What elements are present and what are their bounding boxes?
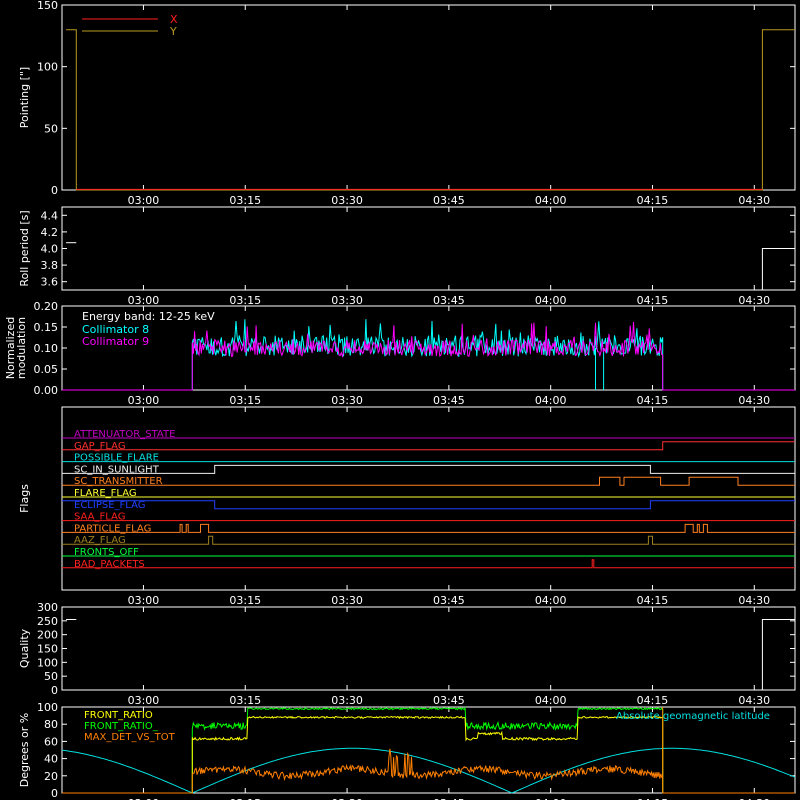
x-tick-label: 03:30 xyxy=(331,594,363,607)
x-tick-label: 03:00 xyxy=(128,694,160,707)
x-tick-label: 03:30 xyxy=(331,394,363,407)
x-tick-label: 03:15 xyxy=(229,394,261,407)
x-tick-label: 03:45 xyxy=(433,594,465,607)
x-tick-label: 03:45 xyxy=(433,394,465,407)
y-tick-label: 3.8 xyxy=(41,259,59,272)
x-tick-label: 04:00 xyxy=(535,394,567,407)
x-tick-label: 03:00 xyxy=(128,194,160,207)
y-tick-label: 0 xyxy=(51,787,58,800)
y-axis-label: modulation xyxy=(15,317,28,379)
y-tick-label: 100 xyxy=(37,656,58,669)
x-tick-label: 04:15 xyxy=(637,594,669,607)
x-tick-label: 03:00 xyxy=(128,394,160,407)
chart-canvas: 03:00 03:15 03:30 03:45 04:00 04:15 04:3005010… xyxy=(0,0,800,800)
y-axis-label: Degrees or % xyxy=(18,713,31,787)
flag-label: ECLIPSE_FLAG xyxy=(74,500,145,511)
y-tick-label: 4.4 xyxy=(41,209,59,222)
x-tick-label: 04:30 xyxy=(738,694,770,707)
x-tick-label: 04:00 xyxy=(535,694,567,707)
y-axis-label: Flags xyxy=(18,484,31,513)
y-tick-label: 80 xyxy=(44,718,58,731)
x-tick-label: 03:15 xyxy=(229,294,261,307)
x-tick-label: 03:15 xyxy=(229,694,261,707)
legend-label: FRONT_RATIO xyxy=(84,710,153,721)
x-tick-label: 04:30 xyxy=(738,594,770,607)
x-tick-label: 03:45 xyxy=(433,294,465,307)
y-tick-label: 200 xyxy=(37,629,58,642)
y-tick-label: 250 xyxy=(37,615,58,628)
y-tick-label: 0.20 xyxy=(34,300,59,313)
figure-background xyxy=(0,0,800,800)
x-tick-label: 04:15 xyxy=(637,694,669,707)
y-tick-label: 60 xyxy=(44,735,58,748)
legend-label: MAX_DET_VS_TOT xyxy=(84,732,176,743)
y-tick-label: 0.15 xyxy=(34,321,59,334)
y-tick-label: 100 xyxy=(37,61,58,74)
y-tick-label: 4.0 xyxy=(41,243,59,256)
x-tick-label: 04:00 xyxy=(535,594,567,607)
y-tick-label: 100 xyxy=(37,701,58,714)
y-tick-label: 150 xyxy=(37,0,58,12)
y-tick-label: 3.6 xyxy=(41,276,59,289)
x-tick-label: 04:30 xyxy=(738,194,770,207)
legend-label: FRONT_RATIO_ xyxy=(84,721,159,732)
x-tick-label: 03:30 xyxy=(331,694,363,707)
y-tick-label: 0.10 xyxy=(34,342,59,355)
x-tick-label: 04:00 xyxy=(535,194,567,207)
y-axis-label: Roll period [s] xyxy=(18,210,31,286)
x-tick-label: 04:30 xyxy=(738,294,770,307)
y-tick-label: 0.00 xyxy=(34,384,59,397)
x-tick-label: 04:15 xyxy=(637,294,669,307)
y-tick-label: 20 xyxy=(44,770,58,783)
y-axis-label: Quality xyxy=(18,628,31,668)
y-axis-label: Pointing ["] xyxy=(18,67,31,128)
y-tick-label: 4.2 xyxy=(41,226,59,239)
x-tick-label: 03:30 xyxy=(331,294,363,307)
y-tick-label: 0 xyxy=(51,184,58,197)
y-tick-label: 150 xyxy=(37,643,58,656)
y-tick-label: 0 xyxy=(51,684,58,697)
x-tick-label: 04:15 xyxy=(637,394,669,407)
y-tick-label: 50 xyxy=(44,670,58,683)
y-tick-label: 0.05 xyxy=(34,363,59,376)
x-tick-label: 04:30 xyxy=(738,394,770,407)
chart-figure: 03:00 03:15 03:30 03:45 04:00 04:15 04:30 0 50 10… xyxy=(0,0,800,800)
x-tick-label: 03:00 xyxy=(128,294,160,307)
x-tick-label: 03:30 xyxy=(331,194,363,207)
energy-band-annotation: Energy band: 12-25 keV xyxy=(82,310,215,323)
legend-label: Y xyxy=(169,25,177,38)
x-tick-label: 04:15 xyxy=(637,194,669,207)
y-tick-label: 300 xyxy=(37,601,58,614)
x-tick-label: 04:00 xyxy=(535,294,567,307)
x-tick-label: 03:15 xyxy=(229,194,261,207)
y-tick-label: 50 xyxy=(44,122,58,135)
y-tick-label: 40 xyxy=(44,753,58,766)
legend-label: Absolute geomagnetic latitude xyxy=(616,711,770,722)
x-tick-label: 03:45 xyxy=(433,694,465,707)
x-tick-label: 03:45 xyxy=(433,194,465,207)
legend-label: Collimator 9 xyxy=(82,335,149,348)
x-tick-label: 03:00 xyxy=(128,594,160,607)
x-tick-label: 03:15 xyxy=(229,594,261,607)
